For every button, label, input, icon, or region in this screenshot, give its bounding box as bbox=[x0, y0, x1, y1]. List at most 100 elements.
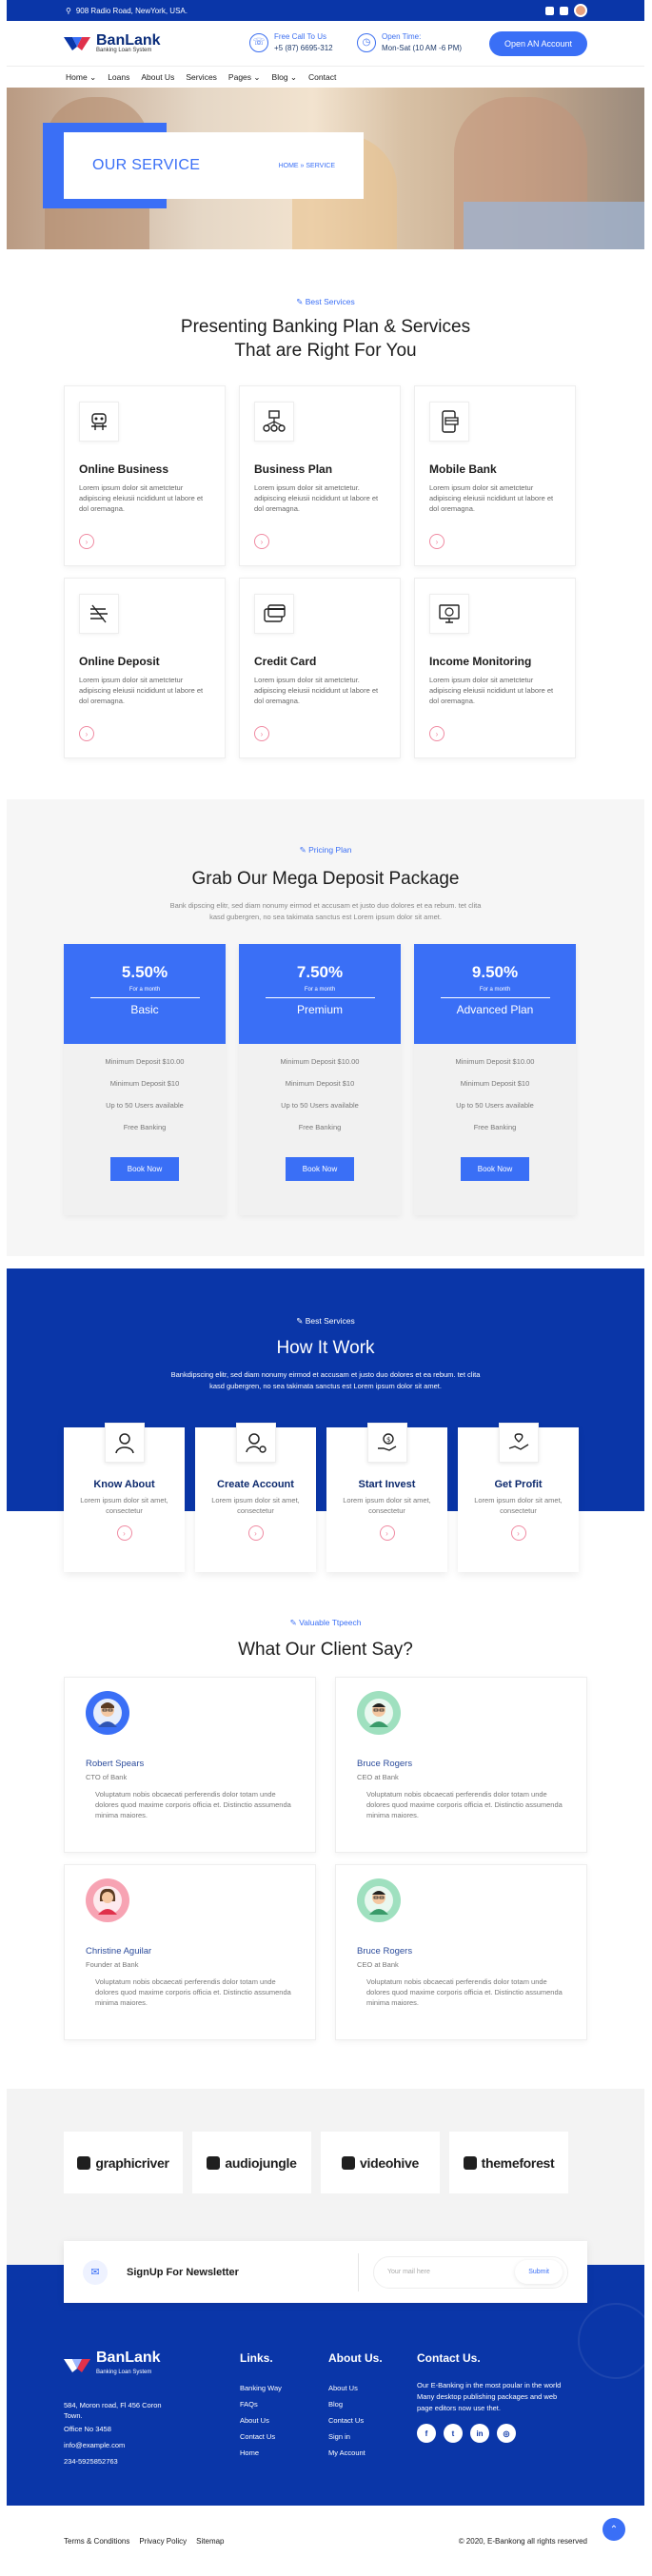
service-card[interactable]: Online Deposit Lorem ipsum dolor sit ame… bbox=[64, 578, 226, 758]
network-icon bbox=[254, 402, 294, 442]
service-card[interactable]: Credit Card Lorem ipsum dolor sit ametct… bbox=[239, 578, 401, 758]
arrow-right-icon[interactable]: › bbox=[79, 534, 94, 549]
plan-feature: Free Banking bbox=[123, 1123, 167, 1131]
footer-link[interactable]: Home bbox=[240, 2445, 282, 2461]
arrow-right-icon[interactable]: › bbox=[429, 726, 445, 741]
service-title: Business Plan bbox=[254, 462, 333, 476]
tag-text: Valuable Ttpeech bbox=[299, 1618, 362, 1627]
legal-link[interactable]: Terms & Conditions bbox=[64, 2537, 129, 2546]
footer-link[interactable]: About Us bbox=[328, 2380, 383, 2396]
pricing-card-header: 9.50% For a month Advanced Plan bbox=[414, 944, 576, 1044]
hero-title-card: OUR SERVICE HOME » SERVICE bbox=[64, 132, 364, 199]
mobile-card-icon bbox=[429, 402, 469, 442]
nav-pages[interactable]: Pages ⌄ bbox=[228, 72, 261, 83]
footer-link[interactable]: My Account bbox=[328, 2445, 383, 2461]
testimonial-card: Bruce Rogers CEO at Bank Voluptatum nobi… bbox=[335, 1677, 587, 1853]
partner-logo[interactable]: themeforest bbox=[449, 2132, 568, 2193]
footer-link[interactable]: Contact Us bbox=[328, 2412, 383, 2429]
arrow-right-icon[interactable]: › bbox=[116, 1525, 132, 1541]
footer-link[interactable]: Contact Us bbox=[240, 2429, 282, 2445]
section-description: Bank dipscing elitr, sed diam nonumy eir… bbox=[7, 900, 644, 923]
partner-logo[interactable]: graphicriver bbox=[64, 2132, 183, 2193]
logo[interactable]: BanLank Banking Loan System bbox=[64, 33, 161, 53]
open-account-button[interactable]: Open AN Account bbox=[488, 31, 587, 56]
legal-link[interactable]: Privacy Policy bbox=[139, 2537, 187, 2546]
plan-rate: 7.50% bbox=[296, 963, 344, 981]
book-now-button[interactable]: Book Now bbox=[460, 1157, 530, 1181]
step-card[interactable]: Create Account Lorem ipsum dolor sit ame… bbox=[195, 1423, 316, 1572]
scroll-to-top-button[interactable]: ⌃ bbox=[603, 2518, 625, 2541]
user-avatar[interactable] bbox=[574, 4, 587, 17]
top-icons bbox=[545, 4, 587, 17]
desc-line: kasd gubergren, no sea takimata sanctus … bbox=[209, 913, 442, 921]
arrow-right-icon[interactable]: › bbox=[79, 726, 94, 741]
service-card[interactable]: Online Business Lorem ipsum dolor sit am… bbox=[64, 385, 226, 566]
footer-watermark-icon bbox=[578, 2303, 644, 2379]
arrow-right-icon[interactable]: › bbox=[510, 1525, 526, 1541]
mail-icon[interactable] bbox=[560, 6, 568, 15]
step-text: Lorem ipsum dolor sit amet, consectetur bbox=[474, 1496, 563, 1515]
service-card[interactable]: Business Plan Lorem ipsum dolor sit amet… bbox=[239, 385, 401, 566]
section-tag: ✎ Valuable Ttpeech bbox=[7, 1618, 644, 1628]
arrow-right-icon[interactable]: › bbox=[254, 534, 269, 549]
service-card[interactable]: Mobile Bank Lorem ipsum dolor sit ametct… bbox=[414, 385, 576, 566]
partner-logos: graphicriver audiojungle videohive theme… bbox=[64, 2132, 568, 2193]
footer-link[interactable]: About Us bbox=[240, 2412, 282, 2429]
footer-phone[interactable]: 234-5925852763 bbox=[64, 2453, 162, 2469]
service-text: Lorem ipsum dolor sit ametctetur adipisc… bbox=[79, 676, 204, 705]
page: ⚲ 908 Radio Road, NewYork, USA. BanLank … bbox=[7, 0, 644, 2576]
mail-icon: ✉ bbox=[83, 2259, 108, 2285]
linkedin-icon[interactable]: in bbox=[470, 2424, 489, 2443]
call-number[interactable]: +5 (87) 6695-312 bbox=[274, 44, 333, 52]
twitter-icon[interactable]: t bbox=[444, 2424, 463, 2443]
footer-link[interactable]: Blog bbox=[328, 2396, 383, 2412]
testimonials-grid: Robert Spears CTO of Bank Voluptatum nob… bbox=[64, 1677, 587, 2040]
client-role: CTO of Bank bbox=[86, 1773, 128, 1781]
submit-button[interactable]: Submit bbox=[515, 2260, 563, 2284]
nav-loans[interactable]: Loans bbox=[108, 72, 129, 82]
call-info: ☏ Free Call To Us +5 (87) 6695-312 bbox=[249, 32, 333, 52]
arrow-right-icon[interactable]: › bbox=[379, 1525, 395, 1541]
partner-name: graphicriver bbox=[95, 2154, 169, 2171]
footer-logo[interactable]: BanLank Banking Loan System bbox=[64, 2350, 162, 2381]
arrow-right-icon[interactable]: › bbox=[247, 1525, 264, 1541]
nav-blog[interactable]: Blog ⌄ bbox=[272, 72, 298, 83]
footer-address: 584, Moron road, Fl 456 Coron Town. bbox=[64, 2400, 162, 2421]
footer-link[interactable]: FAQs bbox=[240, 2396, 282, 2412]
breadcrumb: HOME » SERVICE bbox=[279, 163, 335, 169]
pricing-card-header: 7.50% For a month Premium bbox=[239, 944, 401, 1044]
service-card[interactable]: Income Monitoring Lorem ipsum dolor sit … bbox=[414, 578, 576, 758]
logo-mark-icon bbox=[64, 36, 90, 50]
step-card[interactable]: Get Profit Lorem ipsum dolor sit amet, c… bbox=[458, 1423, 579, 1572]
breadcrumb-home[interactable]: HOME bbox=[279, 163, 299, 169]
arrow-right-icon[interactable]: › bbox=[429, 534, 445, 549]
nav-about[interactable]: About Us bbox=[141, 72, 174, 82]
cart-icon[interactable] bbox=[545, 6, 554, 15]
newsletter-email-input[interactable]: Your mail here Submit bbox=[373, 2255, 568, 2289]
bottom-bar: Terms & Conditions Privacy Policy Sitema… bbox=[7, 2506, 644, 2576]
nav-contact[interactable]: Contact bbox=[308, 72, 336, 82]
breadcrumb-current: SERVICE bbox=[306, 162, 335, 169]
partner-logo[interactable]: videohive bbox=[321, 2132, 440, 2193]
client-role: CEO at Bank bbox=[357, 1960, 399, 1969]
nav-home[interactable]: Home ⌄ bbox=[66, 72, 96, 83]
footer-email[interactable]: info@example.com bbox=[64, 2437, 162, 2453]
client-role: Founder at Bank bbox=[86, 1960, 139, 1969]
arrow-right-icon[interactable]: › bbox=[254, 726, 269, 741]
time-info: ◷ Open Time: Mon-Sat (10 AM -6 PM) bbox=[357, 32, 462, 52]
partner-logo[interactable]: audiojungle bbox=[192, 2132, 311, 2193]
book-now-button[interactable]: Book Now bbox=[109, 1157, 180, 1181]
nav-services[interactable]: Services bbox=[186, 72, 217, 82]
step-card[interactable]: Know About Lorem ipsum dolor sit amet, c… bbox=[64, 1423, 185, 1572]
partner-name: videohive bbox=[360, 2154, 419, 2171]
deposit-icon bbox=[79, 594, 119, 634]
book-now-button[interactable]: Book Now bbox=[285, 1157, 355, 1181]
facebook-icon[interactable]: f bbox=[417, 2424, 436, 2443]
user-icon bbox=[104, 1423, 145, 1463]
footer-link[interactable]: Banking Way bbox=[240, 2380, 282, 2396]
instagram-icon[interactable]: ◎ bbox=[497, 2424, 516, 2443]
footer-link[interactable]: Sign in bbox=[328, 2429, 383, 2445]
legal-link[interactable]: Sitemap bbox=[196, 2537, 224, 2546]
service-title: Income Monitoring bbox=[429, 655, 532, 668]
step-card[interactable]: $ Start Invest Lorem ipsum dolor sit ame… bbox=[326, 1423, 447, 1572]
